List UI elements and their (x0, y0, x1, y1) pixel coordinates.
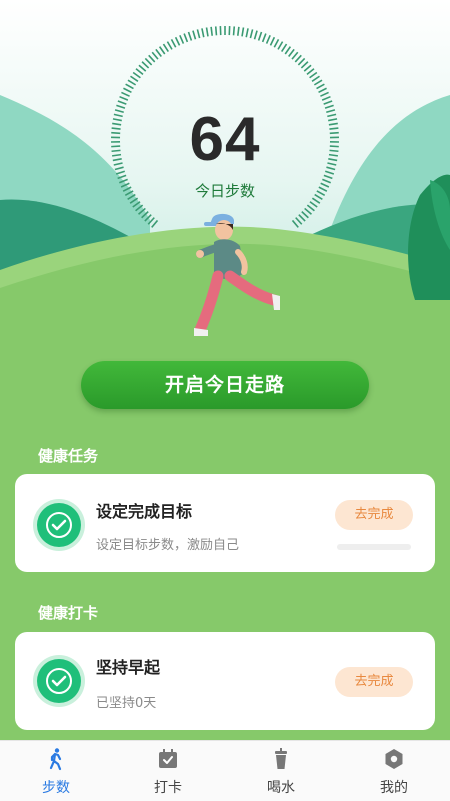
runner-illustration (192, 212, 302, 342)
gauge-tick (163, 44, 168, 52)
gauge-tick (160, 47, 165, 54)
gauge-tick (307, 69, 314, 75)
gauge-tick (246, 28, 248, 37)
gauge-tick (320, 92, 328, 96)
tab-steps[interactable]: 步数 (0, 741, 112, 801)
tab-profile-label: 我的 (338, 777, 450, 797)
gauge-tick (292, 52, 298, 59)
hexagon-settings-icon (382, 747, 406, 771)
gauge-tick (149, 55, 155, 62)
gauge-tick (234, 26, 235, 35)
gauge-tick (176, 37, 180, 45)
gauge-tick (207, 28, 208, 37)
checkin-subtitle: 已坚持0天 (96, 692, 156, 711)
gauge-tick (142, 212, 149, 218)
gauge-tick (304, 65, 311, 71)
gauge-tick (156, 49, 161, 56)
gauge-tick (136, 69, 143, 75)
gauge-tick (152, 52, 158, 59)
walking-icon (44, 747, 68, 771)
checkin-title: 坚持早起 (96, 654, 160, 678)
gauge-tick (121, 92, 129, 96)
gauge-tick (259, 32, 262, 41)
tab-water-label: 喝水 (225, 777, 337, 797)
gauge-tick (197, 29, 199, 38)
gauge-tick (171, 39, 175, 47)
gauge-tick (267, 35, 271, 43)
task-go-button[interactable]: 去完成 (335, 500, 413, 530)
gauge-tick (302, 212, 309, 218)
gauge-tick (128, 80, 136, 85)
gauge-tick (139, 208, 146, 214)
gauge-tick (301, 62, 308, 68)
cup-icon (269, 747, 293, 771)
tab-checkin[interactable]: 打卡 (112, 741, 224, 801)
task-title: 设定完成目标 (96, 498, 192, 522)
gauge-tick (133, 72, 140, 77)
check-badge-icon (37, 659, 81, 703)
gauge-tick (145, 215, 151, 221)
gauge-tick (322, 97, 330, 100)
gauge-tick (278, 42, 283, 50)
gauge-tick (145, 58, 151, 64)
gauge-tick (263, 34, 266, 42)
gauge-tick (314, 80, 322, 85)
check-badge-icon (37, 503, 81, 547)
gauge-tick (270, 37, 274, 45)
task-card-set-goal: 设定完成目标 设定目标步数，激励自己 去完成 (15, 474, 435, 572)
gauge-tick (189, 32, 192, 41)
tab-water[interactable]: 喝水 (225, 741, 337, 801)
gauge-tick (130, 76, 137, 81)
gauge-tick (133, 202, 140, 207)
gauge-tick (317, 84, 325, 88)
gauge-tick (307, 205, 314, 211)
task-progress-bar (337, 544, 411, 550)
tab-profile[interactable]: 我的 (338, 741, 450, 801)
health-tasks-heading: 健康任务 (38, 445, 98, 466)
gauge-tick (324, 175, 332, 178)
gauge-tick (123, 88, 131, 92)
start-walking-button[interactable]: 开启今日走路 (81, 361, 369, 409)
steps-label: 今日步数 (0, 180, 450, 201)
gauge-tick (211, 27, 212, 36)
calendar-check-icon (156, 747, 180, 771)
gauge-tick (152, 220, 158, 227)
gauge-tick (250, 29, 252, 38)
gauge-tick (120, 97, 128, 100)
tab-steps-label: 步数 (0, 777, 112, 797)
gauge-tick (118, 175, 126, 178)
gauge-tick (310, 72, 317, 77)
gauge-tick (193, 31, 196, 40)
checkin-card-early-rise: 坚持早起 已坚持0天 去完成 (15, 632, 435, 730)
gauge-tick (184, 34, 187, 42)
gauge-tick (319, 88, 327, 92)
checkin-go-button[interactable]: 去完成 (335, 667, 413, 697)
gauge-tick (298, 58, 304, 64)
gauge-tick (139, 65, 146, 71)
gauge-tick (136, 205, 143, 211)
gauge-tick (180, 35, 184, 43)
gauge-tick (148, 218, 154, 225)
tab-checkin-label: 打卡 (112, 777, 224, 797)
gauge-tick (274, 39, 278, 47)
steps-count: 64 (0, 104, 450, 175)
gauge-tick (285, 47, 290, 54)
gauge-tick (305, 208, 312, 214)
gauge-tick (310, 202, 317, 207)
gauge-tick (255, 31, 258, 40)
health-checkin-heading: 健康打卡 (38, 602, 98, 623)
gauge-tick (202, 28, 204, 37)
bottom-tab-bar: 步数 打卡 喝水 我的 (0, 740, 450, 801)
gauge-tick (126, 84, 134, 88)
gauge-tick (216, 26, 217, 35)
gauge-tick (282, 44, 287, 52)
gauge-tick (289, 49, 294, 56)
gauge-tick (167, 42, 172, 50)
gauge-tick (295, 55, 301, 62)
gauge-tick (238, 27, 239, 36)
gauge-tick (312, 76, 319, 81)
gauge-tick (242, 28, 243, 37)
gauge-tick (142, 62, 149, 68)
task-subtitle: 设定目标步数，激励自己 (96, 534, 239, 553)
